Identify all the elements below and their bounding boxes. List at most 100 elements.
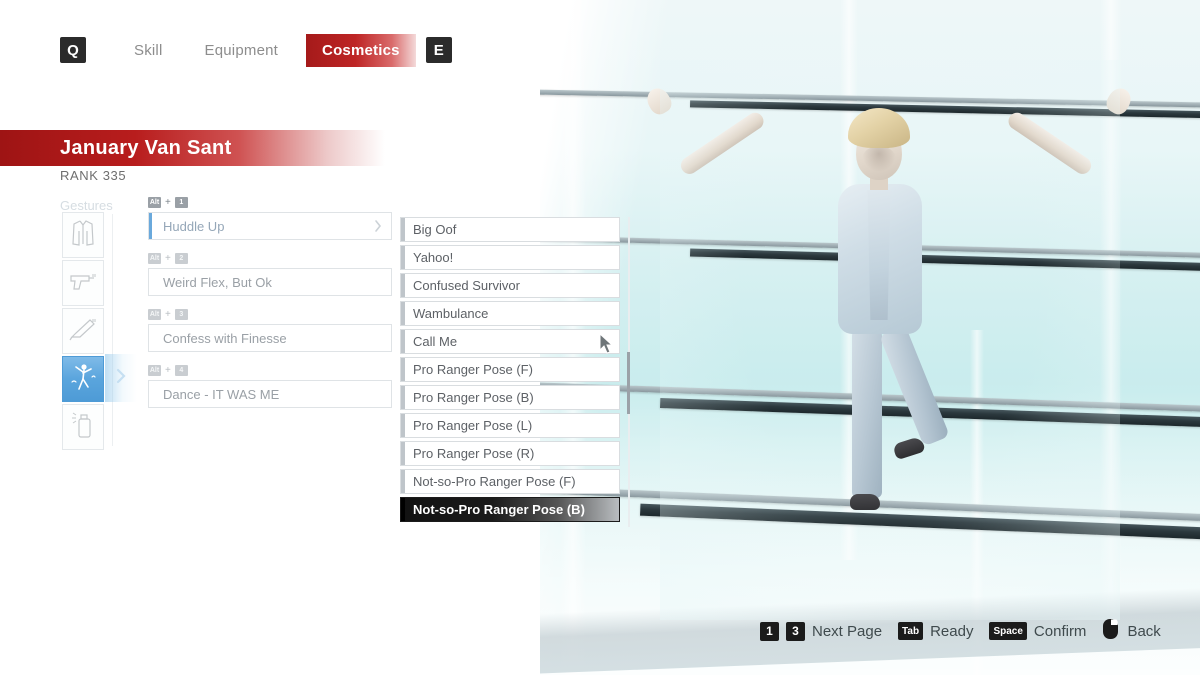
slot-expand-chevron[interactable]	[372, 218, 384, 239]
cosmetics-screen: Q Skill Equipment Cosmetics E January Va…	[0, 0, 1200, 675]
item-label: Big Oof	[413, 222, 457, 237]
hint-label: Back	[1127, 622, 1161, 640]
character-leg-straight	[852, 328, 882, 498]
item-label: Pro Ranger Pose (R)	[413, 446, 535, 461]
category-spray[interactable]	[62, 404, 104, 450]
slot-keybind-3: Alt + 3	[148, 308, 392, 321]
hint-label: Next Page	[812, 622, 883, 640]
list-item[interactable]: Yahoo!	[400, 245, 620, 270]
key-separator: +	[165, 364, 171, 376]
slot-accent	[149, 325, 152, 351]
hint-next-page[interactable]: 1 3 Next Page	[760, 621, 883, 641]
slot-3-value: Confess with Finesse	[163, 330, 287, 346]
jacket-icon	[70, 218, 96, 253]
slot-4[interactable]: Dance - IT WAS ME	[148, 380, 392, 408]
item-accent	[401, 218, 405, 241]
hint-confirm[interactable]: Space Confirm	[989, 622, 1086, 640]
character-rank: RANK 335	[60, 168, 127, 183]
list-item[interactable]: Pro Ranger Pose (B)	[400, 385, 620, 410]
character-shoe-right	[892, 435, 926, 461]
slot-keybind-4: Alt + 4	[148, 364, 392, 377]
tab-equipment[interactable]: Equipment	[191, 36, 293, 65]
hint-back[interactable]: Back	[1102, 618, 1161, 645]
modifier-key: Alt	[148, 253, 161, 264]
list-item[interactable]: Big Oof	[400, 217, 620, 242]
melee-weapon-icon	[68, 316, 98, 347]
number-key: 1	[174, 197, 188, 208]
category-gestures[interactable]	[62, 356, 104, 402]
category-sidearm[interactable]	[62, 260, 104, 306]
prev-tab-key-q[interactable]: Q	[60, 37, 86, 63]
hint-label: Ready	[930, 622, 974, 640]
slot-group-4: Alt + 4 Dance - IT WAS ME	[148, 364, 392, 408]
spray-can-icon	[70, 410, 96, 445]
item-label: Wambulance	[413, 306, 489, 321]
page-title: January Van Sant	[60, 136, 232, 159]
slot-3[interactable]: Confess with Finesse	[148, 324, 392, 352]
category-expand-chevron[interactable]	[105, 354, 137, 402]
slot-accent	[149, 269, 152, 295]
slot-keybind-1: Alt + 1	[148, 196, 392, 209]
slot-1[interactable]: Huddle Up	[148, 212, 392, 240]
list-item[interactable]: Pro Ranger Pose (L)	[400, 413, 620, 438]
slot-1-value: Huddle Up	[163, 218, 225, 234]
key-1[interactable]: 1	[760, 621, 779, 641]
slot-keybind-2: Alt + 2	[148, 252, 392, 265]
character-name-banner: January Van Sant	[0, 130, 385, 166]
category-outfit[interactable]	[62, 212, 104, 258]
key-tab[interactable]: Tab	[898, 622, 924, 640]
item-label: Not-so-Pro Ranger Pose (B)	[413, 502, 585, 517]
category-label: Gestures	[60, 198, 113, 213]
item-accent	[401, 498, 405, 521]
number-key: 3	[174, 309, 188, 320]
category-melee[interactable]	[62, 308, 104, 354]
list-item[interactable]: Not-so-Pro Ranger Pose (F)	[400, 469, 620, 494]
number-key: 4	[174, 365, 188, 376]
list-item-selected[interactable]: Not-so-Pro Ranger Pose (B)	[400, 497, 620, 522]
list-scrollbar-thumb[interactable]	[627, 352, 630, 414]
rail-divider	[112, 214, 113, 446]
item-label: Yahoo!	[413, 250, 454, 265]
hint-ready[interactable]: Tab Ready	[898, 622, 973, 640]
dancing-figure-icon	[69, 362, 97, 397]
next-tab-key-e[interactable]: E	[425, 37, 452, 63]
slot-2[interactable]: Weird Flex, But Ok	[148, 268, 392, 296]
key-space[interactable]: Space	[989, 622, 1027, 640]
item-accent	[401, 302, 405, 325]
item-accent	[401, 414, 405, 437]
equipped-slots: Alt + 1 Huddle Up Alt + 2 Weird Flex, Bu…	[148, 196, 392, 420]
item-label: Pro Ranger Pose (B)	[413, 390, 534, 405]
number-key: 2	[174, 253, 188, 264]
item-accent	[401, 470, 405, 493]
item-label: Confused Survivor	[413, 278, 520, 293]
character-preview-viewport[interactable]	[540, 0, 1200, 675]
list-item[interactable]: Pro Ranger Pose (F)	[400, 357, 620, 382]
key-separator: +	[165, 308, 171, 320]
slot-group-1: Alt + 1 Huddle Up	[148, 196, 392, 240]
modifier-key: Alt	[148, 365, 161, 376]
mouse-pointer-icon	[598, 332, 614, 360]
chevron-right-icon	[114, 366, 128, 391]
character-model[interactable]	[642, 60, 1136, 620]
character-face	[862, 146, 896, 172]
top-navigation: Q Skill Equipment Cosmetics E	[0, 28, 452, 72]
list-item[interactable]: Wambulance	[400, 301, 620, 326]
list-item[interactable]: Call Me	[400, 329, 620, 354]
slot-accent	[149, 381, 152, 407]
item-accent	[401, 442, 405, 465]
pistol-icon	[68, 269, 98, 298]
tab-skill[interactable]: Skill	[120, 36, 177, 65]
character-hair	[848, 108, 910, 148]
tab-cosmetics[interactable]: Cosmetics	[306, 33, 416, 67]
item-accent	[401, 246, 405, 269]
slot-group-3: Alt + 3 Confess with Finesse	[148, 308, 392, 352]
category-rail	[62, 212, 104, 452]
list-item[interactable]: Confused Survivor	[400, 273, 620, 298]
key-separator: +	[165, 252, 171, 264]
slot-4-value: Dance - IT WAS ME	[163, 386, 280, 402]
slot-group-2: Alt + 2 Weird Flex, But Ok	[148, 252, 392, 296]
list-item[interactable]: Pro Ranger Pose (R)	[400, 441, 620, 466]
item-accent	[401, 386, 405, 409]
key-3[interactable]: 3	[786, 621, 805, 641]
slot-active-accent	[149, 213, 152, 239]
